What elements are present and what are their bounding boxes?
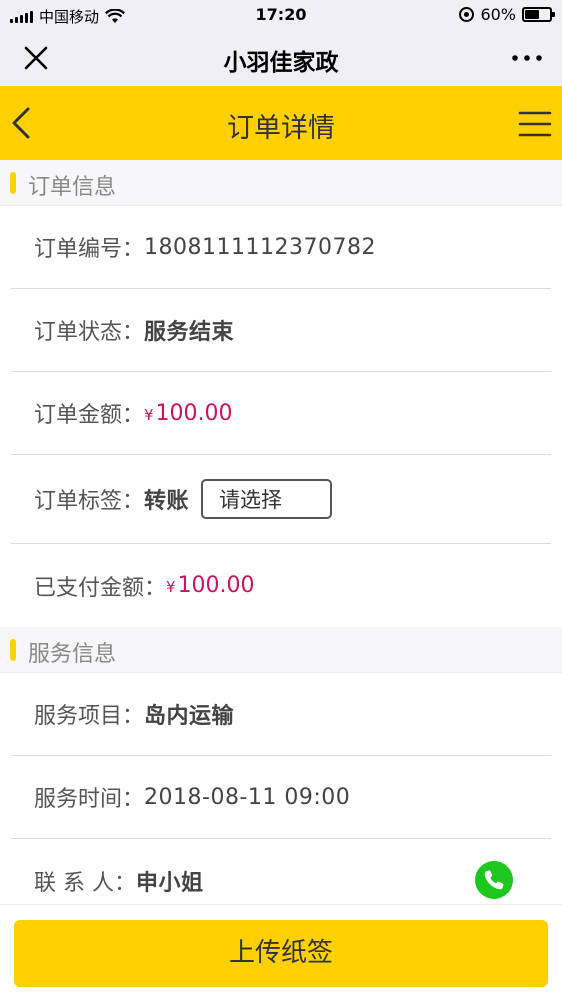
- service-section-header: 服务信息: [0, 627, 562, 673]
- contact-label: 联 系 人：: [34, 870, 136, 896]
- currency-symbol: ¥: [166, 578, 176, 596]
- service-item-label: 服务项目：: [34, 704, 145, 729]
- orientation-lock-icon: [459, 7, 475, 22]
- paid-amount-number: 100.00: [177, 573, 255, 598]
- page-header: 订单详情: [0, 86, 562, 160]
- service-time-row: 服务时间： 2018-08-11 09:00: [11, 756, 551, 839]
- battery-percent: 60%: [480, 5, 516, 24]
- service-section-title: 服务信息: [28, 642, 117, 667]
- paid-amount-label: 已支付金额：: [34, 575, 167, 601]
- order-section-title: 订单信息: [28, 175, 117, 200]
- order-amount-value: ¥100.00: [144, 401, 233, 426]
- more-icon[interactable]: [510, 44, 544, 72]
- order-status-label: 订单状态：: [34, 320, 145, 345]
- order-tag-value: 转账: [144, 489, 190, 514]
- order-number-row: 订单编号： 1808111112370782: [11, 206, 551, 289]
- status-right: 60%: [459, 5, 555, 24]
- section-accent-bar: [10, 639, 16, 661]
- service-item-value: 岛内运输: [144, 704, 235, 729]
- wechat-nav-bar: 小羽佳家政: [0, 30, 562, 86]
- menu-icon[interactable]: [518, 110, 552, 138]
- status-bar: 中国移动 17:20 60%: [0, 0, 562, 30]
- order-tag-row: 订单标签： 转账 请选择: [11, 455, 551, 544]
- paid-amount-value: ¥100.00: [166, 573, 255, 598]
- battery-icon: [522, 7, 555, 22]
- service-time-value: 2018-08-11 09:00: [144, 784, 351, 810]
- bottom-action-bar: 上传纸签: [0, 904, 562, 1000]
- paid-amount-row: 已支付金额： ¥100.00: [11, 544, 551, 627]
- order-number-label: 订单编号：: [34, 237, 145, 262]
- order-tag-select[interactable]: 请选择: [201, 479, 333, 519]
- order-tag-label: 订单标签：: [34, 489, 145, 514]
- order-number-value: 1808111112370782: [144, 234, 376, 260]
- service-time-label: 服务时间：: [34, 787, 145, 812]
- page-title: 订单详情: [227, 113, 335, 144]
- section-accent-bar: [10, 172, 16, 194]
- service-item-row: 服务项目： 岛内运输: [11, 673, 551, 756]
- currency-symbol: ¥: [144, 405, 154, 424]
- phone-icon[interactable]: [475, 861, 513, 899]
- order-status-row: 订单状态： 服务结束: [11, 289, 551, 372]
- order-amount-label: 订单金额：: [34, 403, 145, 428]
- upload-paper-sign-button[interactable]: 上传纸签: [14, 920, 548, 987]
- order-amount-row: 订单金额： ¥100.00: [11, 372, 551, 455]
- order-status-value: 服务结束: [144, 320, 235, 345]
- wechat-title: 小羽佳家政: [223, 50, 339, 76]
- order-section-header: 订单信息: [0, 160, 562, 206]
- order-amount-number: 100.00: [155, 400, 233, 426]
- main-content: 订单信息 订单编号： 1808111112370782 订单状态： 服务结束 订…: [0, 160, 562, 922]
- contact-value: 申小姐: [136, 870, 204, 896]
